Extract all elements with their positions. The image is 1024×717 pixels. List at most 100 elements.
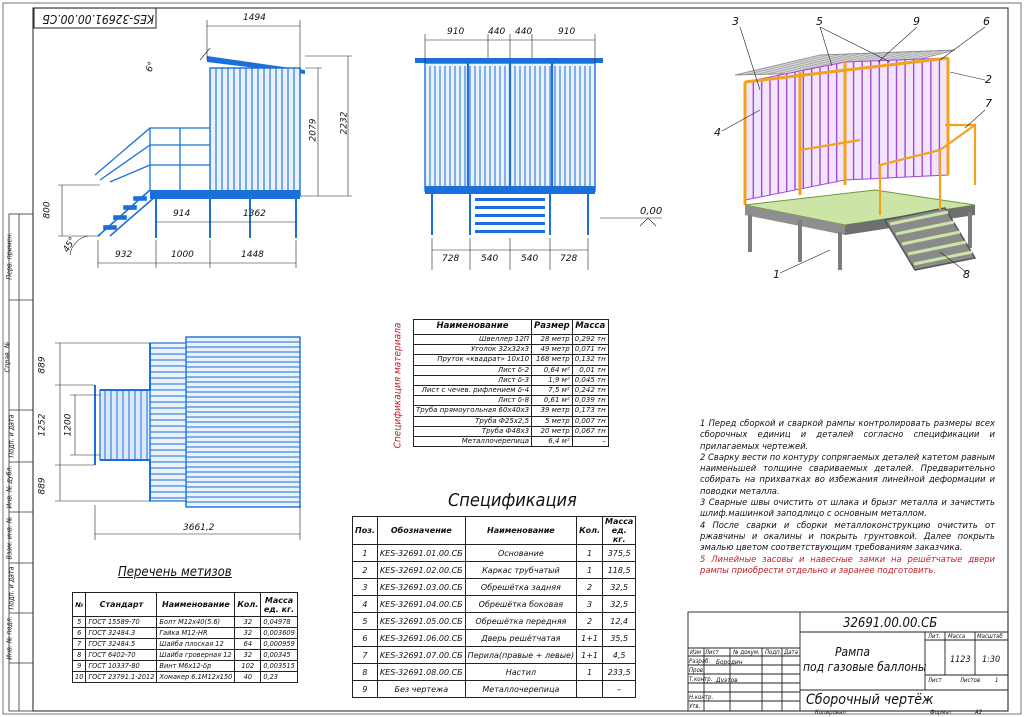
spec-cell: KES-32691.03.00.СБ	[376, 578, 466, 596]
materials-cell: 1,9 м²	[531, 374, 573, 387]
spec-cell: Без чертежа	[376, 680, 466, 698]
dim-plan-889a: 889	[37, 356, 48, 374]
tb-mass-label: Масса	[948, 633, 966, 640]
materials-cell: Труба прямоугольная 60х40х3	[412, 405, 533, 417]
spec-cell: KES-32691.04.00.СБ	[376, 595, 466, 613]
spec-cell: KES-32691.08.00.СБ	[376, 663, 466, 681]
spec-col-qty: Кол.	[576, 516, 604, 545]
title-name-line2: под газовые баллоны	[803, 660, 927, 674]
tb-role-2: Пров.	[689, 667, 705, 674]
hardware-cell: ГОСТ 6402-70	[85, 649, 158, 661]
hardware-header-row: № Стандарт Наименование Кол. Масса ед. к…	[71, 592, 298, 617]
spec-cell: 2	[352, 561, 378, 579]
materials-row: Уголок 32х32х3 49 метр 0,071 тн	[412, 344, 609, 356]
tb-format-label: Формат	[930, 709, 952, 716]
spec-row: 4 KES-32691.04.00.СБ Обрешётка боковая 3 32,…	[352, 595, 637, 613]
spec-cell: 1	[352, 544, 378, 562]
materials-row: Лист δ-3 1,9 м² 0,045 тн	[412, 374, 609, 387]
spec-col-pos: Поз.	[352, 516, 378, 545]
materials-row: Труба Ф48х3 20 метр 0,067 тн	[412, 425, 609, 438]
spec-cell: 1	[576, 663, 604, 681]
hardware-cell: 6	[71, 627, 87, 639]
spec-row: 8 KES-32691.08.00.СБ Настил 1 233,5	[352, 663, 637, 681]
materials-cell: 28 метр	[531, 333, 573, 346]
dim-front-bottom-1: 728	[442, 254, 460, 264]
materials-cell: 0,292 тн	[571, 333, 609, 346]
materials-vertical-title: Спецификация материала	[392, 322, 404, 449]
tb-lit-label: Лит.	[928, 633, 941, 640]
hardware-cell: Гайка М12-НR	[156, 627, 236, 639]
dim-front-top-4: 910	[558, 27, 576, 37]
materials-cell: Труба Ф25х2,5	[412, 415, 533, 427]
hardware-col-num: №	[71, 592, 87, 617]
tb-role-1: Разраб.	[689, 658, 711, 665]
iso-callout-3: 3	[732, 15, 739, 28]
hardware-cell: 32	[234, 627, 262, 639]
title-doc-number: 32691.00.00.СБ	[843, 616, 938, 631]
tb-scale: 1:30	[982, 655, 1001, 665]
materials-col-mass: Масса	[571, 319, 609, 335]
materials-cell: Лист δ-3	[412, 374, 533, 387]
iso-callout-7: 7	[985, 97, 992, 110]
spec-col-designation: Обозначение	[376, 516, 466, 545]
dim-1362: 1362	[243, 209, 266, 219]
hardware-cell: Шайба гроверная 12	[156, 649, 236, 661]
materials-row: Лист с чечев. рифлением δ-4 7,5 м² 0,242 т…	[412, 385, 609, 397]
hardware-cell: 8	[71, 649, 87, 661]
iso-callout-1: 1	[773, 268, 780, 281]
materials-cell: 20 метр	[531, 425, 573, 438]
spec-cell: 1	[576, 561, 604, 579]
spec-cell: 1+1	[576, 646, 604, 664]
hardware-cell: 9	[71, 660, 87, 672]
dim-1448: 1448	[241, 250, 264, 260]
materials-cell: Труба Ф48х3	[412, 425, 533, 438]
spec-cell: KES-32691.07.00.СБ	[376, 646, 466, 664]
note-3: 3 Сварные швы очистить от шлака и брызг …	[700, 497, 995, 519]
plan-view	[55, 336, 301, 540]
top-stamp: KES-32691.00.00.СБ	[42, 12, 154, 26]
materials-cell: 5 метр	[531, 415, 573, 427]
dim-plan-1252: 1252	[37, 413, 48, 437]
tb-person-3: Дуэтов	[716, 676, 738, 684]
spec-col-mass: Масса ед. кг.	[602, 516, 637, 545]
materials-table: Наименование Размер Масса Швеллер 12П 28 …	[412, 319, 609, 448]
hardware-col-mass: Масса ед. кг.	[260, 592, 298, 617]
side-stamp-label-4: Инв. № дубл.	[5, 465, 14, 509]
dim-front-bottom-2: 540	[481, 254, 499, 264]
spec-cell: Металлочерепица	[464, 680, 578, 698]
hardware-row: 6 ГОСТ 32484.3 Гайка М12-НR 32 0,003609	[71, 627, 298, 639]
drawing-sheet: KES-32691.00.00.СБ 1494 6° 2079 2232 800…	[0, 0, 1024, 717]
spec-cell: 4	[352, 595, 378, 613]
spec-cell: 1+1	[576, 629, 604, 647]
dim-front-top-2: 440	[488, 27, 506, 37]
spec-row: 7 KES-32691.07.00.СБ Перила(правые + левые…	[352, 646, 637, 664]
hardware-cell: 0,003609	[260, 627, 298, 639]
spec-header-row: Поз. Обозначение Наименование Кол. Масса…	[352, 516, 637, 545]
hardware-row: 10 ГОСТ 23791.1-2012 Хомакер 6.1М12х150 40 0…	[71, 671, 298, 683]
hardware-col-name: Наименование	[156, 592, 236, 617]
dim-914: 914	[173, 209, 191, 219]
materials-cell: 168 метр	[531, 354, 573, 366]
materials-cell: 0,173 тн	[571, 405, 609, 417]
spec-row: 9 Без чертежа Металлочерепица –	[352, 680, 637, 698]
spec-cell: Настил	[464, 663, 578, 681]
spec-cell: 3	[576, 595, 604, 613]
hardware-col-qty: Кол.	[234, 592, 262, 617]
spec-row: 6 KES-32691.06.00.СБ Дверь решётчатая 1+1 35…	[352, 629, 637, 647]
spec-cell: KES-32691.01.00.СБ	[376, 544, 466, 562]
dim-front-top-1: 910	[447, 27, 465, 37]
hardware-table: № Стандарт Наименование Кол. Масса ед. к…	[71, 592, 298, 683]
materials-row: Лист δ-2 0,64 м² 0,01 тн	[412, 364, 609, 376]
spec-cell: Обрешётка боковая	[464, 595, 578, 613]
spec-cell: 4,5	[602, 646, 637, 664]
materials-cell: 0,039 тн	[571, 395, 609, 407]
spec-cell: 35,5	[602, 629, 637, 647]
hardware-cell: 0,04978	[260, 616, 298, 628]
spec-row: 5 KES-32691.05.00.СБ Обрешётка передняя 2 12…	[352, 612, 637, 630]
spec-title: Спецификация	[448, 490, 577, 511]
dim-1494: 1494	[243, 13, 266, 23]
spec-cell: 375,5	[602, 544, 637, 562]
hardware-cell: ГОСТ 32484.5	[85, 638, 158, 650]
hardware-cell: Винт М6х12-δр	[156, 660, 236, 672]
front-view	[415, 34, 662, 270]
